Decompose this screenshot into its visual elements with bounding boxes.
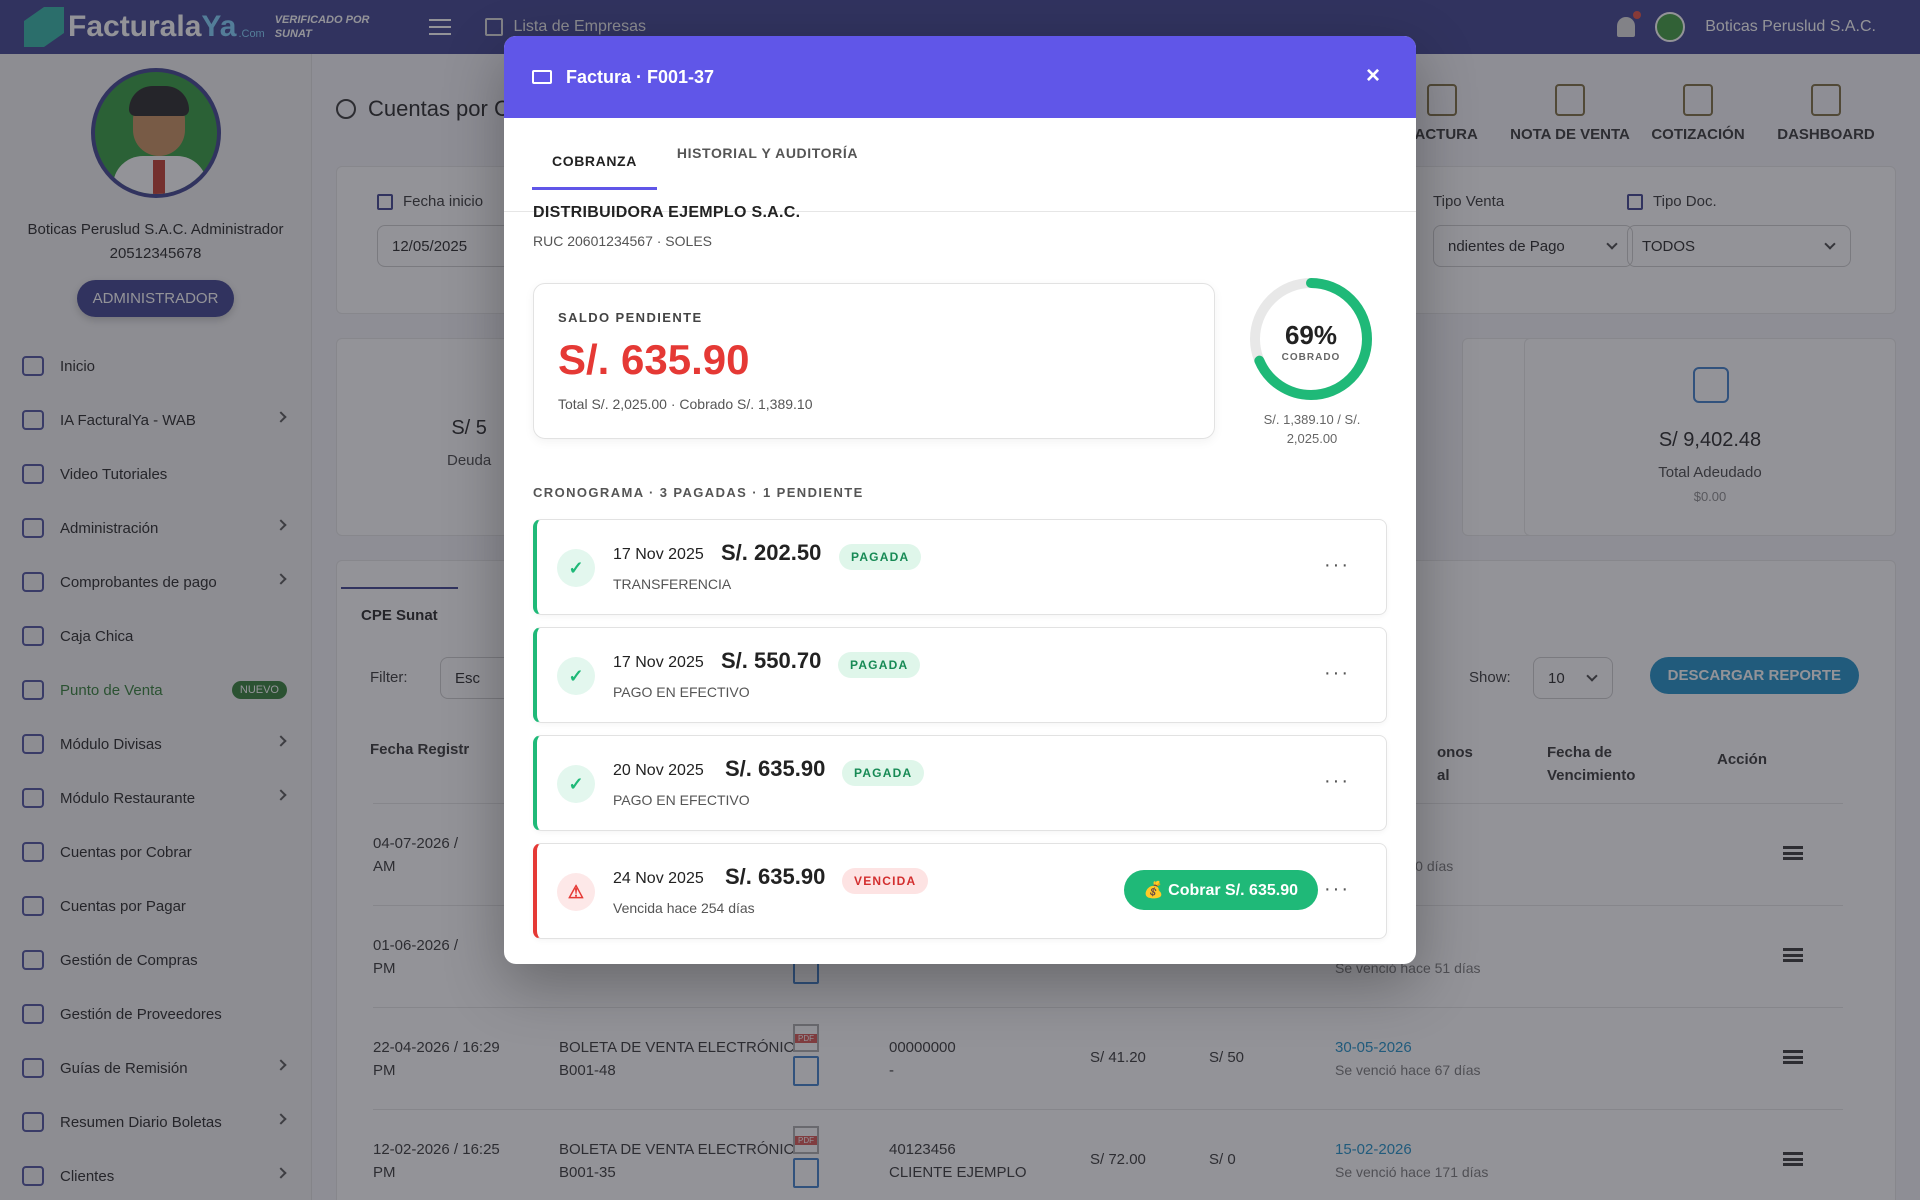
client-ruc: RUC 20601234567 · SOLES bbox=[533, 233, 712, 249]
modal-tabs: COBRANZA HISTORIAL Y AUDITORÍA bbox=[504, 118, 1416, 212]
check-icon: ✓ bbox=[557, 549, 595, 587]
installment-amount: S/. 635.90 bbox=[725, 756, 826, 781]
installment-date: 17 Nov 2025 bbox=[613, 654, 704, 671]
more-options-icon[interactable]: ··· bbox=[1324, 878, 1350, 901]
saldo-label: SALDO PENDIENTE bbox=[558, 310, 703, 325]
installment-date: 20 Nov 2025 bbox=[613, 762, 704, 779]
saldo-amount: S/. 635.90 bbox=[558, 336, 750, 383]
invoice-icon bbox=[532, 70, 552, 84]
progress-percent: 69% bbox=[1284, 320, 1338, 350]
client-name: DISTRIBUIDORA EJEMPLO S.A.C. bbox=[533, 204, 801, 221]
modal-title: Factura · F001-37 bbox=[566, 66, 715, 87]
status-badge: PAGADA bbox=[839, 544, 922, 570]
installment-item: ✓ 17 Nov 2025 S/. 202.50 PAGADA TRANSFERENCI… bbox=[533, 519, 1387, 615]
progress-caption: S/. 1,389.10 / S/. 2,025.00 bbox=[1263, 412, 1361, 446]
installment-method: TRANSFERENCIA bbox=[613, 576, 732, 592]
status-badge: VENCIDA bbox=[842, 868, 929, 894]
more-options-icon[interactable]: ··· bbox=[1324, 770, 1350, 793]
check-icon: ✓ bbox=[557, 657, 595, 695]
check-icon: ✓ bbox=[557, 765, 595, 803]
close-icon[interactable]: × bbox=[1366, 64, 1380, 88]
warning-icon: ⚠ bbox=[557, 873, 595, 911]
installment-method: PAGO EN EFECTIVO bbox=[613, 792, 750, 808]
modal-header: Factura · F001-37 × bbox=[504, 36, 1416, 118]
modal-tab-1[interactable]: HISTORIAL Y AUDITORÍA bbox=[657, 118, 878, 212]
installment-item: ⚠ 24 Nov 2025 S/. 635.90 VENCIDA Vencida hac… bbox=[533, 843, 1387, 939]
status-badge: PAGADA bbox=[842, 760, 925, 786]
more-options-icon[interactable]: ··· bbox=[1324, 662, 1350, 685]
progress-label: COBRADO bbox=[1281, 352, 1341, 363]
installment-amount: S/. 635.90 bbox=[725, 864, 826, 889]
installment-date: 24 Nov 2025 bbox=[613, 870, 704, 887]
saldo-totals: Total S/. 2,025.00 · Cobrado S/. 1,389.1… bbox=[558, 396, 813, 412]
installment-amount: S/. 550.70 bbox=[721, 648, 822, 673]
installment-date: 17 Nov 2025 bbox=[613, 546, 704, 563]
status-badge: PAGADA bbox=[838, 652, 921, 678]
cobrar-button[interactable]: 💰 Cobrar S/. 635.90 bbox=[1123, 870, 1318, 910]
installment-item: ✓ 20 Nov 2025 S/. 635.90 PAGADA PAGO EN EFEC… bbox=[533, 735, 1387, 831]
installment-method: Vencida hace 254 días bbox=[613, 900, 755, 916]
installment-method: PAGO EN EFECTIVO bbox=[613, 684, 750, 700]
saldo-card: SALDO PENDIENTE S/. 635.90 Total S/. 2,0… bbox=[533, 283, 1215, 439]
more-options-icon[interactable]: ··· bbox=[1324, 554, 1350, 577]
installment-amount: S/. 202.50 bbox=[721, 540, 822, 565]
installment-item: ✓ 17 Nov 2025 S/. 550.70 PAGADA PAGO EN EFEC… bbox=[533, 627, 1387, 723]
modal-tab-0[interactable]: COBRANZA bbox=[532, 132, 657, 190]
progress-ring: 69% COBRADO bbox=[1248, 276, 1374, 402]
cronograma-title: CRONOGRAMA · 3 PAGADAS · 1 PENDIENTE bbox=[533, 485, 864, 500]
invoice-modal: Factura · F001-37 × COBRANZA HISTORIAL Y … bbox=[504, 36, 1416, 964]
